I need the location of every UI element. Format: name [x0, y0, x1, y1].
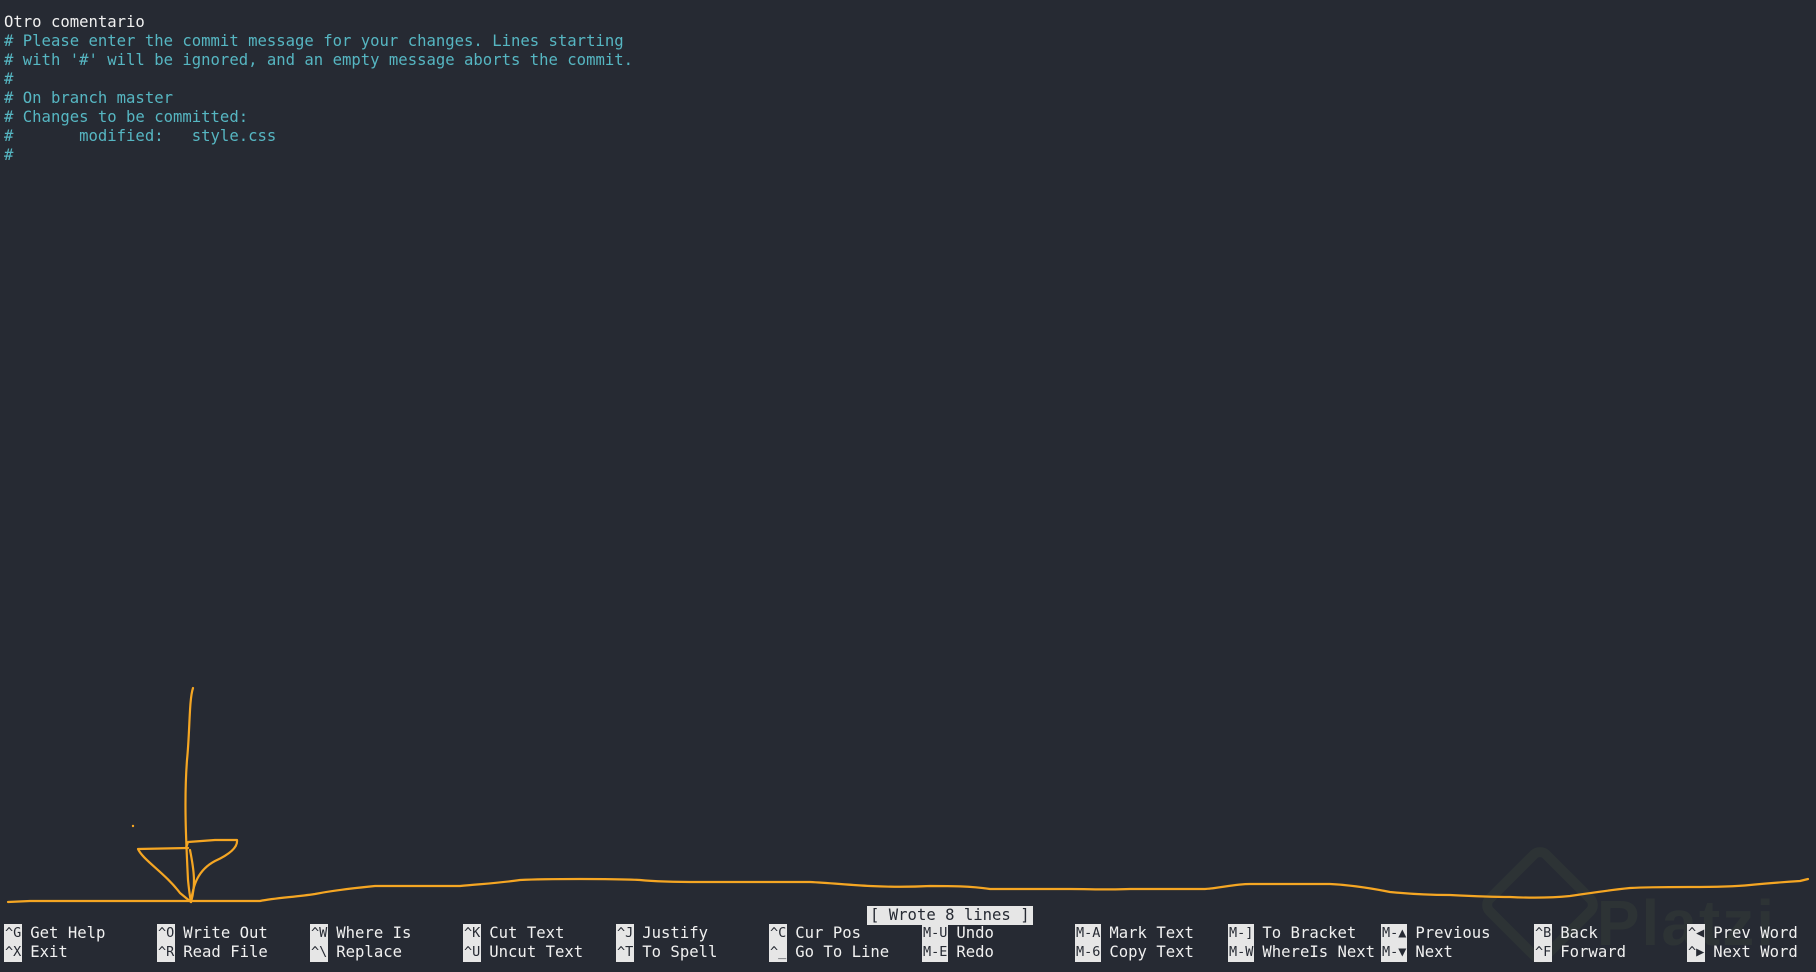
- shortcut-label: Exit: [30, 943, 68, 961]
- shortcut-key: ^J: [616, 924, 635, 943]
- arrow-head: [136, 838, 239, 904]
- shortcut-label: Undo: [956, 924, 994, 942]
- shortcut-key: ^G: [4, 924, 23, 943]
- shortcut-copy-text[interactable]: M-6 Copy Text: [1075, 943, 1194, 962]
- shortcut-go-to-line[interactable]: ^_ Go To Line: [769, 943, 889, 962]
- shortcut-cur-pos[interactable]: ^C Cur Pos: [769, 924, 861, 943]
- shortcut-to-spell[interactable]: ^T To Spell: [616, 943, 717, 962]
- shortcut-whereis-next[interactable]: M-W WhereIs Next: [1228, 943, 1375, 962]
- shortcut-replace[interactable]: ^\ Replace: [310, 943, 402, 962]
- shortcut-key: ^◀: [1687, 924, 1706, 943]
- comment-line[interactable]: # On branch master: [4, 89, 173, 108]
- shortcut-label: Go To Line: [795, 943, 890, 961]
- comment-line[interactable]: # with '#' will be ignored, and an empty…: [4, 51, 633, 70]
- comment-line[interactable]: #: [4, 146, 13, 165]
- shortcut-key: M-]: [1228, 924, 1255, 943]
- shortcut-label: Write Out: [183, 924, 268, 942]
- shortcut-uncut-text[interactable]: ^U Uncut Text: [463, 943, 583, 962]
- shortcut-key: ^U: [463, 943, 482, 962]
- shortcut-key: ^▶: [1687, 943, 1706, 962]
- shortcut-key: M-W: [1228, 943, 1255, 962]
- shortcut-get-help[interactable]: ^G Get Help: [4, 924, 105, 943]
- shortcut-prev-word[interactable]: ^◀ Prev Word: [1687, 924, 1798, 943]
- shortcut-label: Back: [1560, 924, 1598, 942]
- comment-line[interactable]: # Changes to be committed:: [4, 108, 248, 127]
- shortcut-label: Get Help: [30, 924, 106, 942]
- shortcut-label: Cur Pos: [795, 924, 861, 942]
- shortcut-to-bracket[interactable]: M-] To Bracket: [1228, 924, 1356, 943]
- shortcut-key: M-6: [1075, 943, 1102, 962]
- shortcut-label: Uncut Text: [489, 943, 584, 961]
- shortcut-forward[interactable]: ^F Forward: [1534, 943, 1626, 962]
- shortcut-label: Next Word: [1713, 943, 1798, 961]
- shortcut-label: WhereIs Next: [1262, 943, 1376, 961]
- shortcut-label: To Spell: [642, 943, 718, 961]
- shortcut-key: ^B: [1534, 924, 1553, 943]
- shortcut-read-file[interactable]: ^R Read File: [157, 943, 268, 962]
- commit-message-line[interactable]: Otro comentario: [4, 13, 145, 32]
- shortcut-back[interactable]: ^B Back: [1534, 924, 1598, 943]
- shortcut-key: M-E: [922, 943, 949, 962]
- shortcut-label: Replace: [336, 943, 402, 961]
- shortcut-key: ^_: [769, 943, 788, 962]
- shortcut-cut-text[interactable]: ^K Cut Text: [463, 924, 564, 943]
- shortcut-previous[interactable]: M-▲ Previous: [1381, 924, 1491, 943]
- shortcut-next-word[interactable]: ^▶ Next Word: [1687, 943, 1798, 962]
- shortcut-label: Redo: [956, 943, 994, 961]
- shortcut-key: M-U: [922, 924, 949, 943]
- shortcut-key: ^R: [157, 943, 176, 962]
- shortcut-undo[interactable]: M-U Undo: [922, 924, 994, 943]
- status-message: [ Wrote 8 lines ]: [867, 906, 1033, 925]
- shortcut-label: Cut Text: [489, 924, 565, 942]
- shortcut-label: Justify: [642, 924, 708, 942]
- shortcut-label: Where Is: [336, 924, 412, 942]
- shortcut-key: ^C: [769, 924, 788, 943]
- stray-dot: [131, 824, 135, 828]
- nano-editor[interactable]: Otro comentario # Please enter the commi…: [0, 0, 1816, 972]
- arrow-shaft: [184, 686, 195, 904]
- shortcut-write-out[interactable]: ^O Write Out: [157, 924, 268, 943]
- shortcut-key: ^F: [1534, 943, 1553, 962]
- shortcut-label: Prev Word: [1713, 924, 1798, 942]
- shortcut-key: ^\: [310, 943, 329, 962]
- shortcut-key: ^O: [157, 924, 176, 943]
- arrow-head-inner: [188, 848, 196, 904]
- shortcut-label: Next: [1415, 943, 1453, 961]
- shortcut-key: M-▲: [1381, 924, 1408, 943]
- shortcut-exit[interactable]: ^X Exit: [4, 943, 68, 962]
- shortcut-redo[interactable]: M-E Redo: [922, 943, 994, 962]
- shortcut-key: M-▼: [1381, 943, 1408, 962]
- shortcut-key: ^K: [463, 924, 482, 943]
- comment-line[interactable]: # modified: style.css: [4, 127, 276, 146]
- shortcut-justify[interactable]: ^J Justify: [616, 924, 708, 943]
- shortcut-mark-text[interactable]: M-A Mark Text: [1075, 924, 1194, 943]
- comment-line[interactable]: # Please enter the commit message for yo…: [4, 32, 624, 51]
- shortcut-key: M-A: [1075, 924, 1102, 943]
- shortcut-key: ^W: [310, 924, 329, 943]
- shortcut-where-is[interactable]: ^W Where Is: [310, 924, 411, 943]
- shortcut-label: Read File: [183, 943, 268, 961]
- shortcut-label: Previous: [1415, 924, 1491, 942]
- shortcut-next[interactable]: M-▼ Next: [1381, 943, 1453, 962]
- shortcut-label: Forward: [1560, 943, 1626, 961]
- shortcut-label: Copy Text: [1109, 943, 1194, 961]
- shortcut-key: ^T: [616, 943, 635, 962]
- shortcut-label: To Bracket: [1262, 924, 1357, 942]
- shortcut-key: ^X: [4, 943, 23, 962]
- shortcut-label: Mark Text: [1109, 924, 1194, 942]
- comment-line[interactable]: #: [4, 70, 13, 89]
